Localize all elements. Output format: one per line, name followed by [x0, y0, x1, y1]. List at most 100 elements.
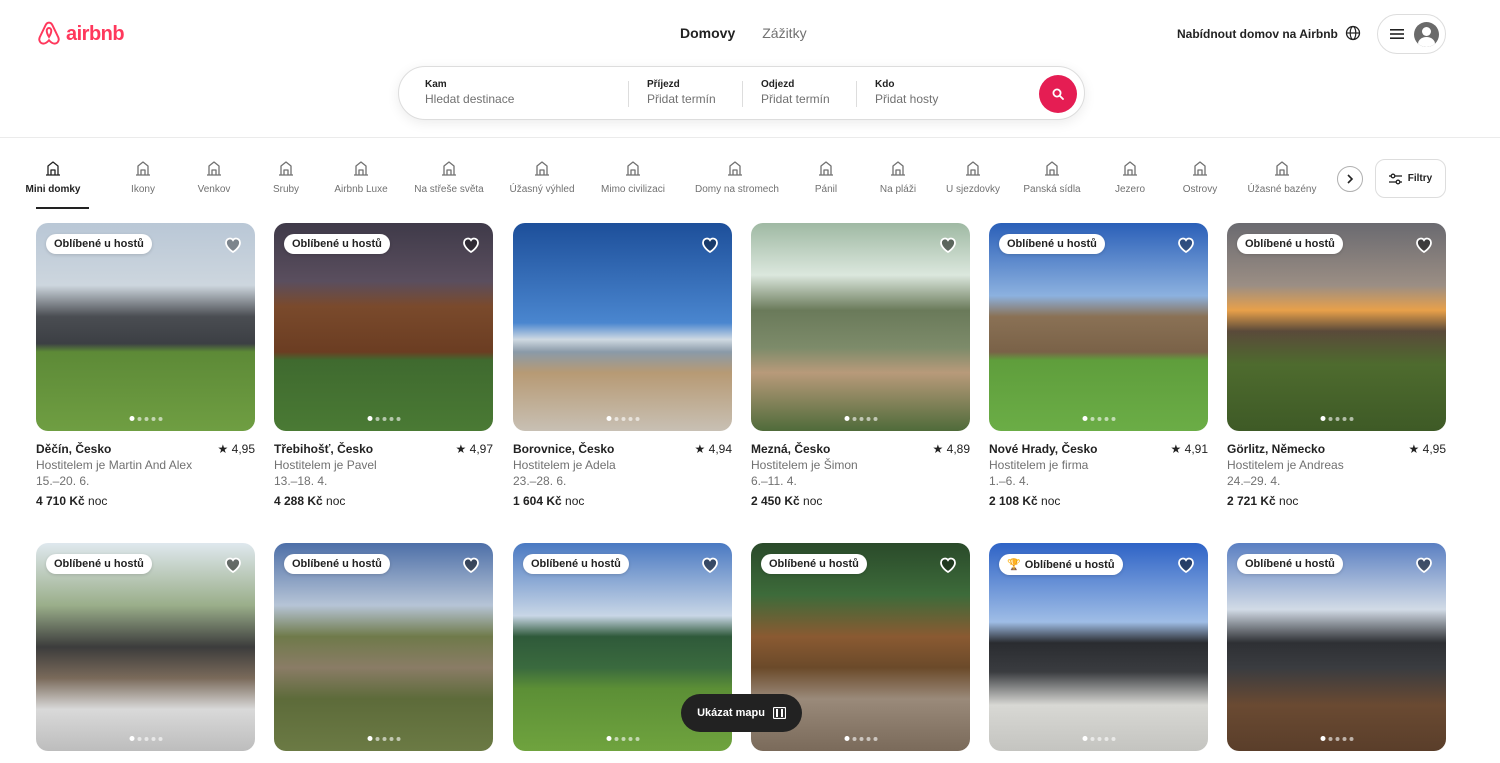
- heart-icon[interactable]: [1414, 555, 1434, 575]
- tab-homes[interactable]: Domovy: [680, 25, 735, 41]
- listing-card[interactable]: Borovnice, Česko ★ 4,94 Hostitelem je Adel…: [513, 223, 732, 509]
- listing-dates: 13.–18. 4.: [274, 474, 328, 488]
- heart-icon[interactable]: [223, 555, 243, 575]
- category-4[interactable]: Airbnb Luxe: [321, 158, 401, 195]
- heart-icon[interactable]: [700, 555, 720, 575]
- listing-price-amount: 1 604 Kč: [513, 494, 562, 508]
- listing-price-unit: noc: [803, 494, 823, 508]
- become-host-link[interactable]: Nabídnout domov na Airbnb: [1177, 27, 1338, 41]
- search-button[interactable]: [1039, 75, 1077, 113]
- filters-button[interactable]: Filtry: [1375, 159, 1446, 198]
- category-7[interactable]: Mimo civilizaci: [593, 158, 673, 195]
- heart-icon[interactable]: [223, 235, 243, 255]
- category-2[interactable]: Venkov: [174, 158, 254, 195]
- logo-text: airbnb: [66, 22, 125, 45]
- category-9[interactable]: Pánil: [786, 158, 866, 195]
- category-3[interactable]: Sruby: [246, 158, 326, 195]
- island-icon: [1193, 161, 1207, 176]
- heart-icon[interactable]: [461, 555, 481, 575]
- avatar: [1414, 21, 1439, 47]
- listing-location: Mezná, Česko: [751, 442, 831, 456]
- tab-experiences[interactable]: Zážitky: [762, 25, 806, 41]
- listing-photo[interactable]: Oblíbené u hostů: [1227, 223, 1446, 431]
- listing-card[interactable]: Oblíbené u hostů Třebihošť, Česko ★ 4,97 Ho…: [274, 223, 493, 509]
- heart-icon[interactable]: [1176, 235, 1196, 255]
- search-where[interactable]: Kam Hledat destinace: [425, 79, 514, 106]
- listing-photo[interactable]: 🏆 Oblíbené u hostů: [989, 543, 1208, 751]
- profile-menu-button[interactable]: [1377, 14, 1446, 54]
- photo-carousel-dots: [367, 416, 400, 421]
- search-who[interactable]: Kdo Přidat hosty: [875, 79, 938, 106]
- listing-photo[interactable]: Oblíbené u hostů: [1227, 543, 1446, 751]
- category-10[interactable]: Na pláži: [858, 158, 938, 195]
- listing-price-amount: 4 710 Kč: [36, 494, 85, 508]
- category-scroll-right-button[interactable]: [1337, 166, 1363, 192]
- listing-info: Mezná, Česko ★ 4,89 Hostitelem je Šimon 6.–…: [751, 431, 970, 509]
- guest-favorite-badge: Oblíbené u hostů: [46, 234, 152, 254]
- category-label: Ostrovy: [1182, 184, 1218, 195]
- listing-card[interactable]: Oblíbené u hostů: [274, 543, 493, 751]
- heart-icon[interactable]: [700, 235, 720, 255]
- top-of-world-icon: [442, 161, 456, 176]
- category-15[interactable]: Úžasné bazény: [1242, 158, 1322, 195]
- category-6[interactable]: Úžasný výhled: [502, 158, 582, 195]
- listing-card[interactable]: Oblíbené u hostů Görlitz, Německo ★ 4,95 Ho…: [1227, 223, 1446, 509]
- category-label: Jezero: [1114, 184, 1145, 195]
- listing-photo[interactable]: [751, 223, 970, 431]
- search-checkin-value: Přidat termín: [647, 92, 716, 106]
- category-label: Panská sídla: [1023, 184, 1081, 195]
- heart-icon[interactable]: [1414, 235, 1434, 255]
- guest-favorite-badge: Oblíbené u hostů: [284, 554, 390, 574]
- listing-price-unit: noc: [88, 494, 108, 508]
- listing-photo[interactable]: [513, 223, 732, 431]
- listing-info: Nové Hrady, Česko ★ 4,91 Hostitelem je fir…: [989, 431, 1208, 509]
- category-5[interactable]: Na střeše světa: [409, 158, 489, 195]
- heart-icon[interactable]: [1176, 555, 1196, 575]
- category-label: Na pláži: [879, 184, 917, 195]
- listing-photo[interactable]: Oblíbené u hostů: [36, 223, 255, 431]
- category-12[interactable]: Panská sídla: [1012, 158, 1092, 195]
- heart-icon[interactable]: [938, 555, 958, 575]
- listing-card[interactable]: Oblíbené u hostů: [36, 543, 255, 751]
- category-1[interactable]: Ikony: [103, 158, 183, 195]
- listing-photo[interactable]: Oblíbené u hostů: [274, 543, 493, 751]
- listing-card[interactable]: 🏆 Oblíbené u hostů: [989, 543, 1208, 751]
- show-map-label: Ukázat mapu: [697, 707, 765, 719]
- category-0[interactable]: Mini domky: [13, 158, 93, 195]
- listing-photo[interactable]: Oblíbené u hostů: [36, 543, 255, 751]
- listing-info: Třebihošť, Česko ★ 4,97 Hostitelem je Pave…: [274, 431, 493, 509]
- listing-card[interactable]: Oblíbené u hostů: [1227, 543, 1446, 751]
- listing-price-unit: noc: [1279, 494, 1299, 508]
- listing-rating: ★ 4,89: [932, 442, 970, 456]
- search-bar: Kam Hledat destinace Příjezd Přidat term…: [398, 66, 1085, 120]
- listing-card[interactable]: Mezná, Česko ★ 4,89 Hostitelem je Šimon 6.–…: [751, 223, 970, 509]
- category-14[interactable]: Ostrovy: [1160, 158, 1240, 195]
- search-checkin[interactable]: Příjezd Přidat termín: [647, 79, 716, 106]
- globe-icon[interactable]: [1345, 25, 1361, 41]
- pool-icon: [1275, 161, 1289, 176]
- badge-label: Oblíbené u hostů: [1024, 558, 1115, 571]
- icons-icon: [136, 161, 150, 176]
- guest-favorite-badge: 🏆 Oblíbené u hostů: [999, 554, 1123, 575]
- top-tabs: Domovy Zážitky: [680, 25, 807, 41]
- listing-card[interactable]: Oblíbené u hostů Nové Hrady, Česko ★ 4,91 H…: [989, 223, 1208, 509]
- guest-favorite-badge: Oblíbené u hostů: [999, 234, 1105, 254]
- show-map-button[interactable]: Ukázat mapu: [681, 694, 802, 732]
- heart-icon[interactable]: [461, 235, 481, 255]
- listing-photo[interactable]: Oblíbené u hostů: [989, 223, 1208, 431]
- listing-photo[interactable]: Oblíbené u hostů: [274, 223, 493, 431]
- listing-card[interactable]: Oblíbené u hostů Děčín, Česko ★ 4,95 Hostit…: [36, 223, 255, 509]
- airbnb-logo-icon: [38, 21, 60, 45]
- listing-dates: 15.–20. 6.: [36, 474, 90, 488]
- category-13[interactable]: Jezero: [1090, 158, 1170, 195]
- airbnb-logo[interactable]: airbnb: [36, 20, 125, 48]
- category-8[interactable]: Domy na stromech: [695, 158, 779, 195]
- luxe-icon: [354, 161, 368, 176]
- listing-dates: 23.–28. 6.: [513, 474, 567, 488]
- category-11[interactable]: U sjezdovky: [933, 158, 1013, 195]
- listing-info: Görlitz, Německo ★ 4,95 Hostitelem je Andr…: [1227, 431, 1446, 509]
- search-checkout[interactable]: Odjezd Přidat termín: [761, 79, 830, 106]
- heart-icon[interactable]: [938, 235, 958, 255]
- badge-label: Oblíbené u hostů: [54, 238, 144, 250]
- search-where-input[interactable]: Hledat destinace: [425, 92, 514, 106]
